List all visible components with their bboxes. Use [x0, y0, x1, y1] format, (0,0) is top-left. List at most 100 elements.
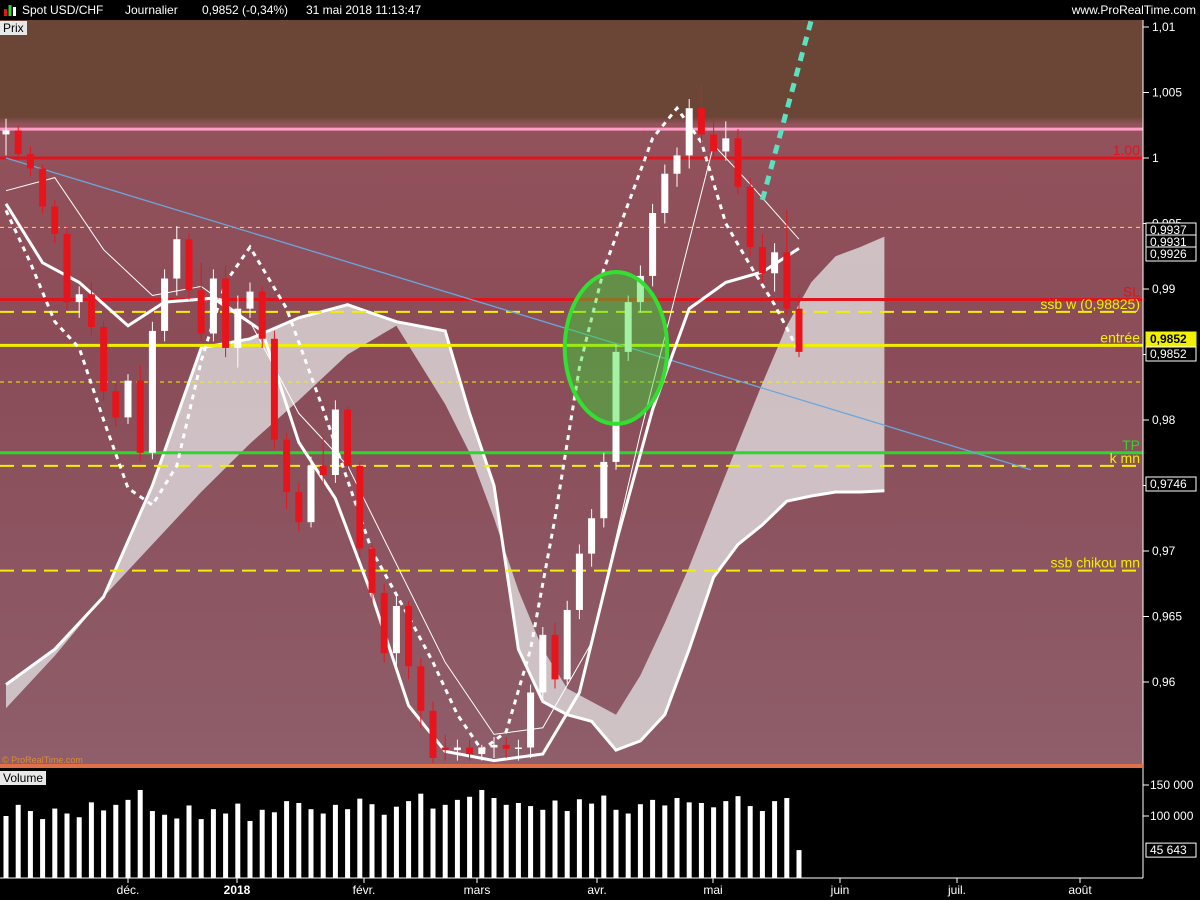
candle-body	[295, 492, 303, 523]
volume-bar	[406, 801, 412, 878]
candle-body	[380, 592, 388, 654]
price-tick-label: 0,98	[1152, 413, 1176, 427]
volume-bar	[711, 807, 717, 878]
candle-body	[661, 173, 669, 214]
volume-bar	[332, 804, 338, 878]
volume-bar	[796, 850, 802, 878]
period-label: Journalier	[125, 3, 178, 17]
website-link[interactable]: www.ProRealTime.com	[1072, 0, 1196, 20]
volume-bar	[625, 813, 631, 878]
x-tick-label: 2018	[224, 883, 251, 897]
volume-bar	[113, 804, 119, 878]
volume-bar	[137, 789, 143, 878]
candle-body	[746, 186, 754, 248]
candle-body	[539, 634, 547, 693]
price-tag: 0,9852	[1150, 332, 1187, 346]
candle-body	[331, 409, 339, 476]
volume-bar	[540, 809, 546, 878]
candle-body	[771, 252, 779, 274]
candle-body	[758, 247, 766, 274]
candle-body	[783, 252, 791, 309]
volume-bar	[686, 802, 692, 878]
candle-body	[734, 138, 742, 187]
candle-body	[136, 380, 144, 453]
volume-bar	[772, 801, 778, 878]
instrument-name: Spot USD/CHF	[22, 3, 104, 17]
volume-bar	[149, 811, 155, 878]
volume-bar	[162, 814, 168, 878]
price-tick-label: 0,965	[1152, 610, 1182, 624]
price-line-label-5: k mn	[1110, 450, 1140, 466]
candle-body	[502, 744, 510, 749]
volume-bar	[613, 809, 619, 878]
volume-bar	[528, 806, 534, 878]
candle-body	[51, 206, 59, 234]
volume-bar	[284, 801, 290, 878]
volume-bar	[27, 811, 33, 878]
x-tick-label: août	[1068, 883, 1092, 897]
volume-bar	[601, 795, 607, 878]
volume-bar	[503, 804, 509, 878]
candle-body	[148, 330, 156, 453]
volume-tick-label: 100 000	[1150, 809, 1194, 823]
volume-bar	[52, 808, 58, 878]
volume-bar	[125, 799, 131, 878]
x-tick-label: juin	[830, 883, 850, 897]
volume-bar	[430, 808, 436, 878]
volume-plot-background	[0, 770, 1143, 878]
candle-body	[649, 213, 657, 276]
candle-body	[39, 168, 47, 207]
x-tick-label: mai	[703, 883, 722, 897]
volume-bar	[674, 798, 680, 878]
candle-body	[319, 465, 327, 476]
candle-body	[527, 692, 535, 748]
volume-tick-label: 150 000	[1150, 778, 1194, 792]
price-chart: 1,011,00510,9950,990,9850,980,9750,970,9…	[0, 20, 1197, 897]
volume-bar	[345, 809, 351, 878]
candle-body	[2, 130, 10, 135]
x-tick-label: févr.	[353, 883, 376, 897]
candle-body	[575, 553, 583, 610]
price-tag: 0,9852	[1150, 347, 1187, 361]
candle-body	[75, 294, 83, 303]
price-line-label-2: ssb w (0,98825)	[1040, 296, 1140, 312]
volume-bar	[76, 817, 82, 878]
watermark: © ProRealTime.com	[2, 755, 83, 765]
price-tick-label: 0,99	[1152, 282, 1176, 296]
candle-body	[161, 278, 169, 331]
price-panel-title: Prix	[0, 21, 27, 35]
volume-bar	[418, 793, 424, 878]
volume-bar	[198, 819, 204, 878]
candle-body	[563, 609, 571, 680]
candle-body	[124, 380, 132, 418]
candle-body	[466, 747, 474, 755]
price-tag: 0,9746	[1150, 477, 1187, 491]
volume-bar	[357, 798, 363, 878]
candle-body	[173, 239, 181, 279]
volume-bar	[393, 806, 399, 878]
volume-bar	[637, 804, 643, 878]
volume-bar	[174, 818, 180, 878]
volume-panel-title: Volume	[0, 771, 47, 785]
volume-bar	[442, 804, 448, 878]
volume-bar	[271, 812, 277, 878]
chart-header: Spot USD/CHF Journalier 0,9852 (-0,34%) …	[0, 0, 1200, 20]
x-tick-label: mars	[464, 883, 491, 897]
candle-body	[234, 308, 242, 348]
last-quote: 0,9852 (-0,34%)	[202, 3, 289, 17]
candle-body	[453, 747, 461, 751]
candle-body	[185, 239, 193, 291]
candle-body	[697, 108, 705, 135]
volume-bar	[576, 799, 582, 878]
price-tick-label: 1,01	[1152, 20, 1176, 34]
volume-bar	[369, 804, 375, 878]
volume-bar	[784, 798, 790, 878]
volume-bar	[698, 802, 704, 878]
candle-body	[417, 666, 425, 711]
candle-body	[551, 634, 559, 680]
volume-bar	[223, 813, 229, 878]
candle-body	[222, 278, 230, 348]
candle-body	[441, 747, 449, 751]
candle-body	[600, 461, 608, 519]
volume-bar	[186, 805, 192, 878]
